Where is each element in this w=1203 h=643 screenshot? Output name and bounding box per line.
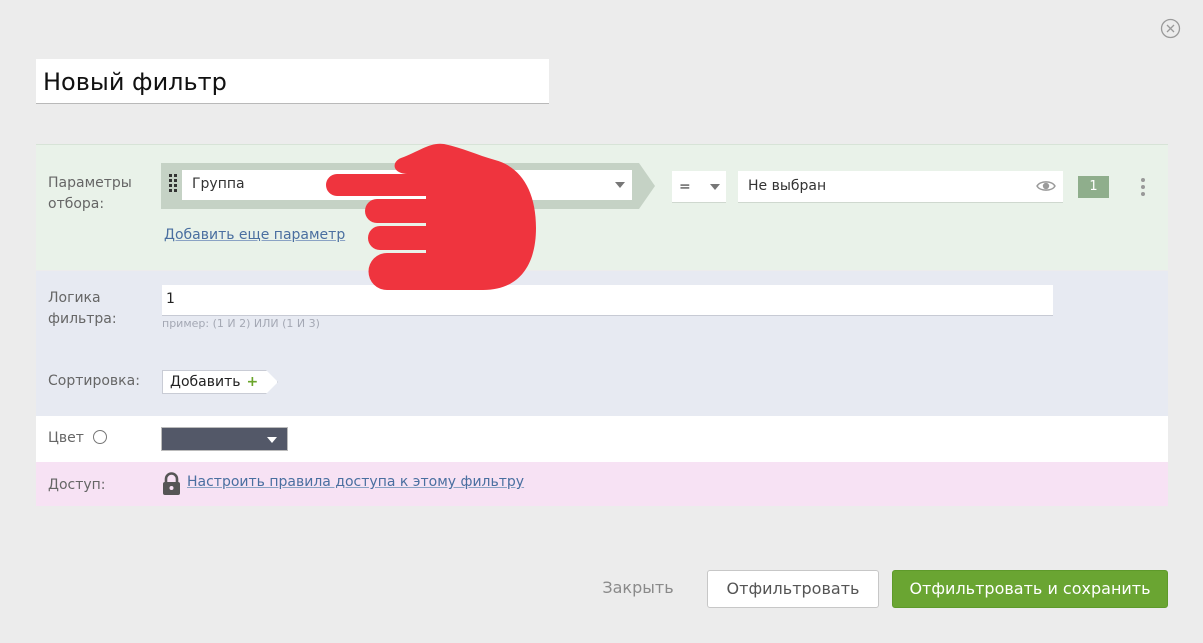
- params-section: Параметры отбора: Группа = Не выбран 1 Д…: [36, 144, 1168, 270]
- chevron-down-icon: [267, 437, 277, 443]
- access-label: Доступ:: [48, 477, 106, 493]
- logic-input[interactable]: 1: [162, 285, 1053, 316]
- logic-section: Логика фильтра: 1 пример: (1 И 2) ИЛИ (1…: [36, 271, 1168, 416]
- chevron-down-icon: [615, 182, 625, 188]
- param-field-select[interactable]: Группа: [182, 170, 632, 200]
- operator-value: =: [679, 179, 691, 195]
- drag-handle-icon[interactable]: [168, 173, 178, 193]
- param-value-placeholder: Не выбран: [748, 178, 827, 194]
- param-value-input[interactable]: Не выбран: [738, 171, 1063, 203]
- color-select[interactable]: [161, 427, 288, 451]
- sorting-label: Сортировка:: [48, 373, 140, 389]
- kebab-menu-icon[interactable]: [1138, 176, 1148, 198]
- close-icon[interactable]: [1160, 18, 1181, 39]
- add-sorting-button[interactable]: Добавить +: [162, 370, 278, 394]
- add-param-link[interactable]: Добавить еще параметр: [164, 227, 345, 243]
- logic-label: Логика фильтра:: [48, 290, 117, 327]
- close-button[interactable]: Закрыть: [597, 570, 679, 608]
- color-radio[interactable]: [93, 430, 107, 444]
- param-field-value: Группа: [192, 176, 245, 192]
- filter-name-input[interactable]: Новый фильтр: [36, 59, 549, 104]
- access-section: Доступ: Настроить правила доступа к этом…: [36, 462, 1168, 506]
- logic-hint: пример: (1 И 2) ИЛИ (1 И 3): [162, 317, 320, 330]
- color-section: Цвет: [36, 416, 1168, 462]
- param-row: Группа: [161, 163, 655, 209]
- chevron-down-icon: [710, 184, 720, 190]
- color-label: Цвет: [48, 430, 84, 446]
- params-label: Параметры отбора:: [48, 175, 132, 212]
- plus-icon: +: [246, 374, 259, 390]
- lock-icon: [163, 472, 180, 495]
- operator-select[interactable]: =: [672, 171, 726, 203]
- add-sorting-label: Добавить: [170, 374, 241, 390]
- eye-icon[interactable]: [1036, 179, 1056, 193]
- filter-and-save-button[interactable]: Отфильтровать и сохранить: [892, 570, 1168, 608]
- param-number-badge: 1: [1078, 176, 1109, 198]
- filter-button[interactable]: Отфильтровать: [707, 570, 879, 608]
- access-rules-link[interactable]: Настроить правила доступа к этому фильтр…: [187, 474, 524, 490]
